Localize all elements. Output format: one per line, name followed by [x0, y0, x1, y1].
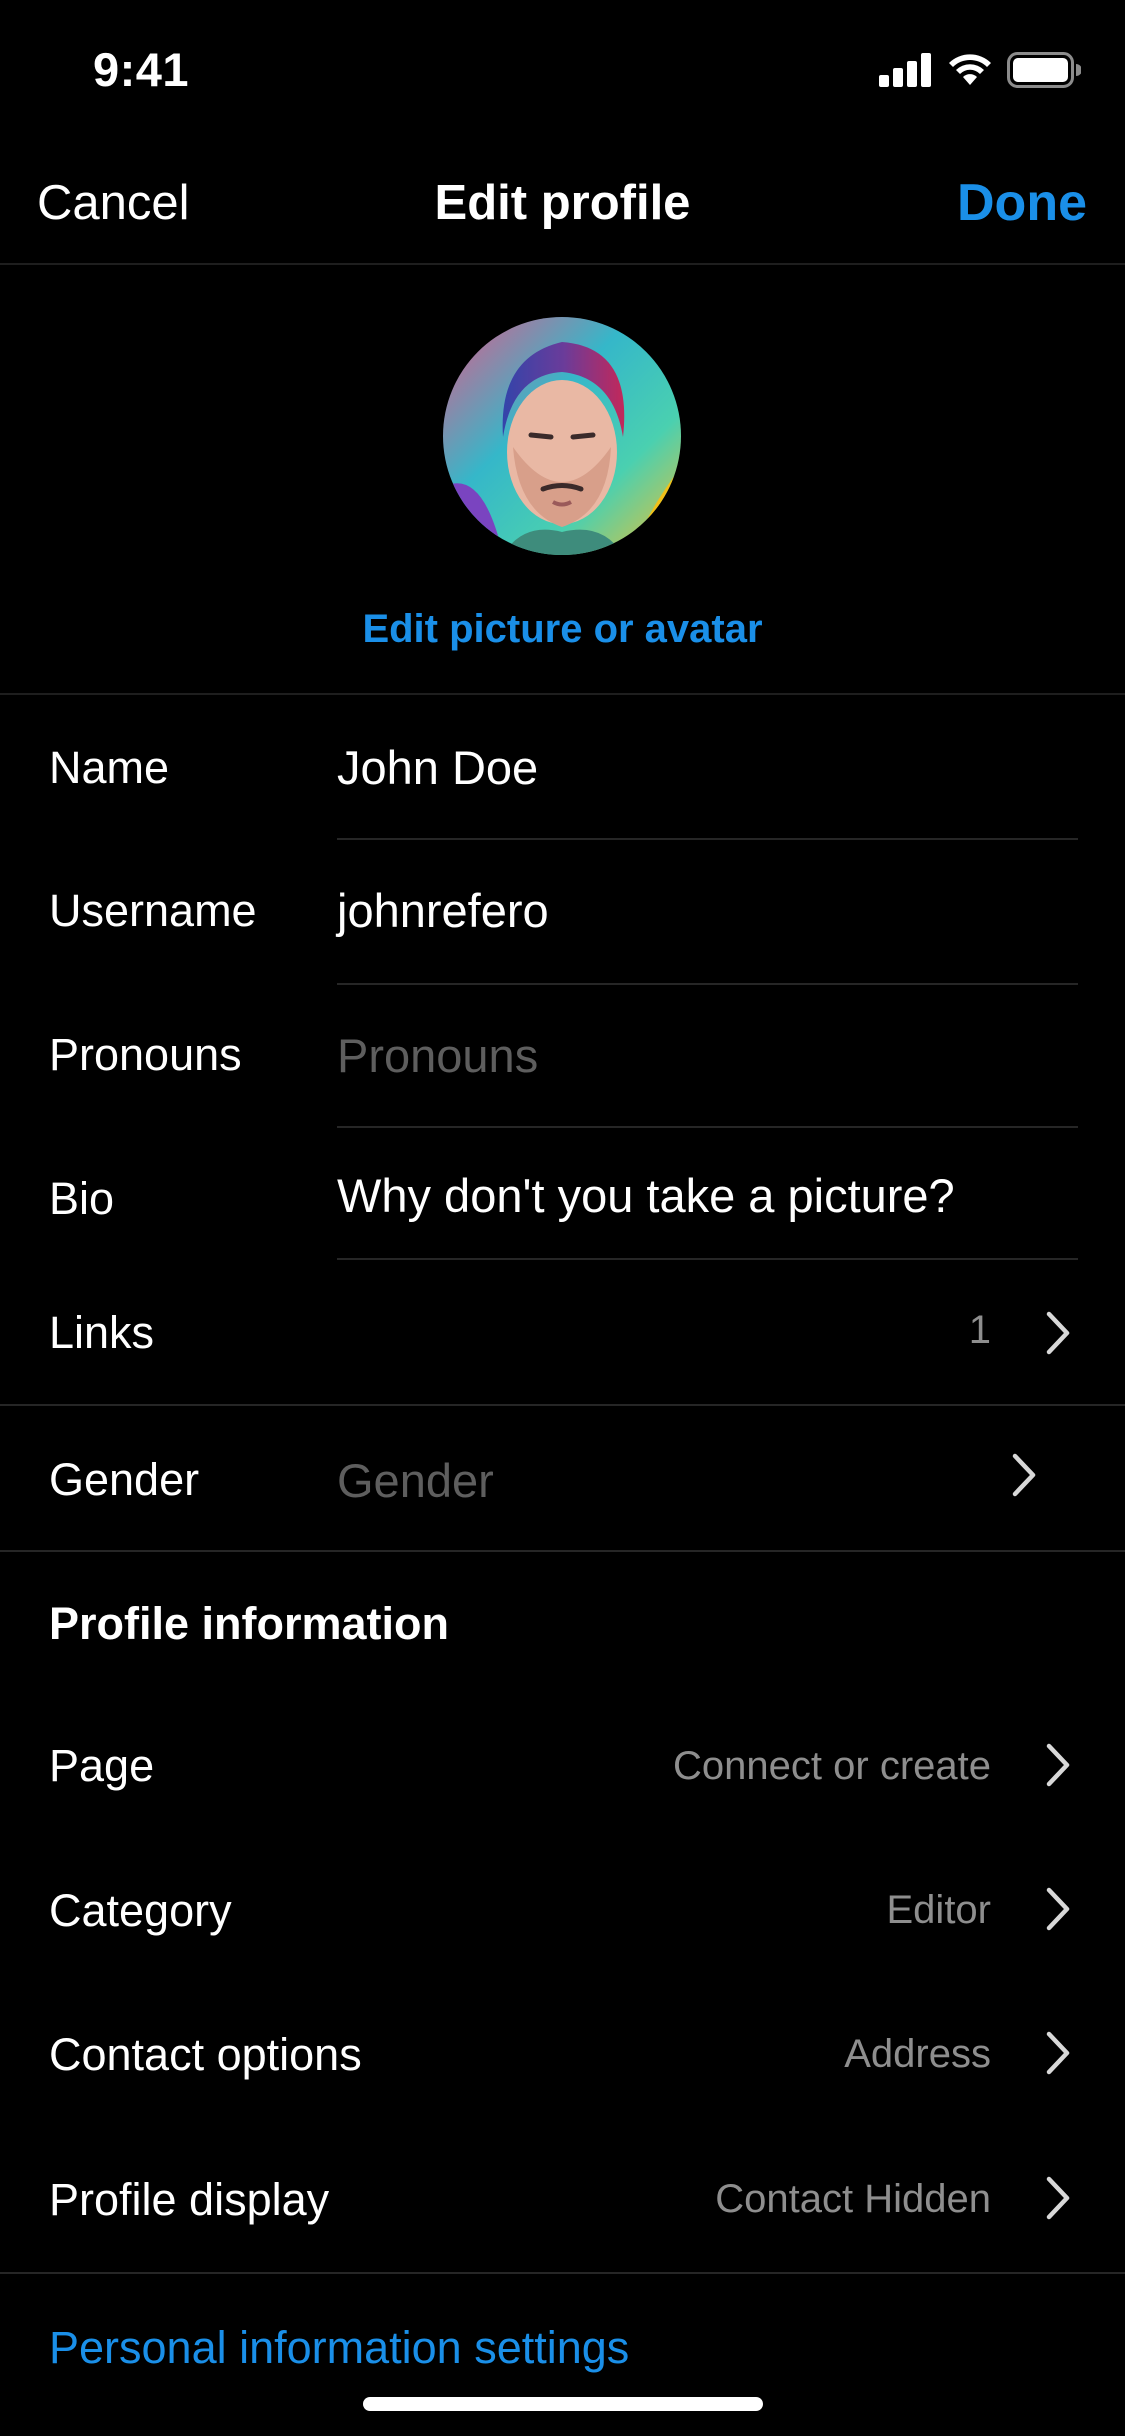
status-icons [879, 50, 1081, 90]
chevron-right-icon [1046, 1887, 1070, 1931]
page-value: Connect or create [673, 1744, 991, 1788]
wifi-icon [949, 54, 991, 85]
status-time: 9:41 [93, 43, 190, 96]
name-label: Name [49, 742, 170, 793]
links-label: Links [49, 1307, 155, 1358]
avatar-section: Edit picture or avatar [0, 265, 1125, 695]
profile-information-heading: Profile information [49, 1598, 450, 1649]
username-row[interactable]: Username johnrefero [0, 840, 1125, 985]
profile-display-label: Profile display [49, 2174, 330, 2225]
category-value: Editor [886, 1888, 992, 1932]
chevron-right-icon [1046, 1311, 1070, 1355]
gender-label: Gender [49, 1454, 200, 1505]
bio-field[interactable]: Why don't you take a picture? [337, 1168, 955, 1223]
profile-display-value: Contact Hidden [715, 2177, 991, 2221]
category-label: Category [49, 1885, 232, 1936]
done-button[interactable]: Done [957, 173, 1087, 233]
name-row[interactable]: Name John Doe [0, 695, 1125, 840]
chevron-right-icon [1046, 1743, 1070, 1787]
name-field[interactable]: John Doe [337, 740, 538, 795]
home-indicator[interactable] [363, 2397, 763, 2411]
contact-options-label: Contact options [49, 2029, 362, 2080]
cellular-signal-icon [879, 53, 931, 87]
username-field[interactable]: johnrefero [337, 883, 549, 938]
links-row[interactable]: Links 1 [0, 1260, 1125, 1405]
category-row[interactable]: Category Editor [0, 1840, 1125, 1984]
battery-icon [1007, 52, 1081, 88]
chevron-right-icon [1046, 2031, 1070, 2075]
edit-picture-link[interactable]: Edit picture or avatar [0, 607, 1125, 652]
username-label: Username [49, 885, 257, 936]
edit-profile-screen: 9:41 Cancel Edit profile Done Edit pictu… [0, 0, 1125, 2436]
avatar-image [443, 317, 681, 555]
section-divider [0, 1550, 1125, 1552]
pronouns-label: Pronouns [49, 1029, 242, 1080]
gender-row[interactable]: Gender Gender [0, 1406, 1125, 1550]
personal-information-settings-link[interactable]: Personal information settings [49, 2322, 629, 2374]
avatar[interactable] [443, 317, 681, 555]
page-label: Page [49, 1740, 155, 1791]
chevron-right-icon [1012, 1453, 1036, 1497]
chevron-right-icon [1046, 2176, 1070, 2220]
links-count: 1 [968, 1308, 991, 1352]
pronouns-field[interactable]: Pronouns [337, 1028, 538, 1083]
contact-options-row[interactable]: Contact options Address [0, 1984, 1125, 2128]
section-divider [0, 2272, 1125, 2274]
status-bar: 9:41 [0, 0, 1125, 135]
navigation-bar: Cancel Edit profile Done [0, 135, 1125, 265]
profile-display-row[interactable]: Profile display Contact Hidden [0, 2128, 1125, 2272]
bio-label: Bio [49, 1173, 115, 1224]
gender-field[interactable]: Gender [337, 1453, 494, 1508]
bio-row[interactable]: Bio Why don't you take a picture? [0, 1128, 1125, 1260]
page-row[interactable]: Page Connect or create [0, 1695, 1125, 1840]
contact-options-value: Address [844, 2032, 991, 2076]
pronouns-row[interactable]: Pronouns Pronouns [0, 985, 1125, 1128]
